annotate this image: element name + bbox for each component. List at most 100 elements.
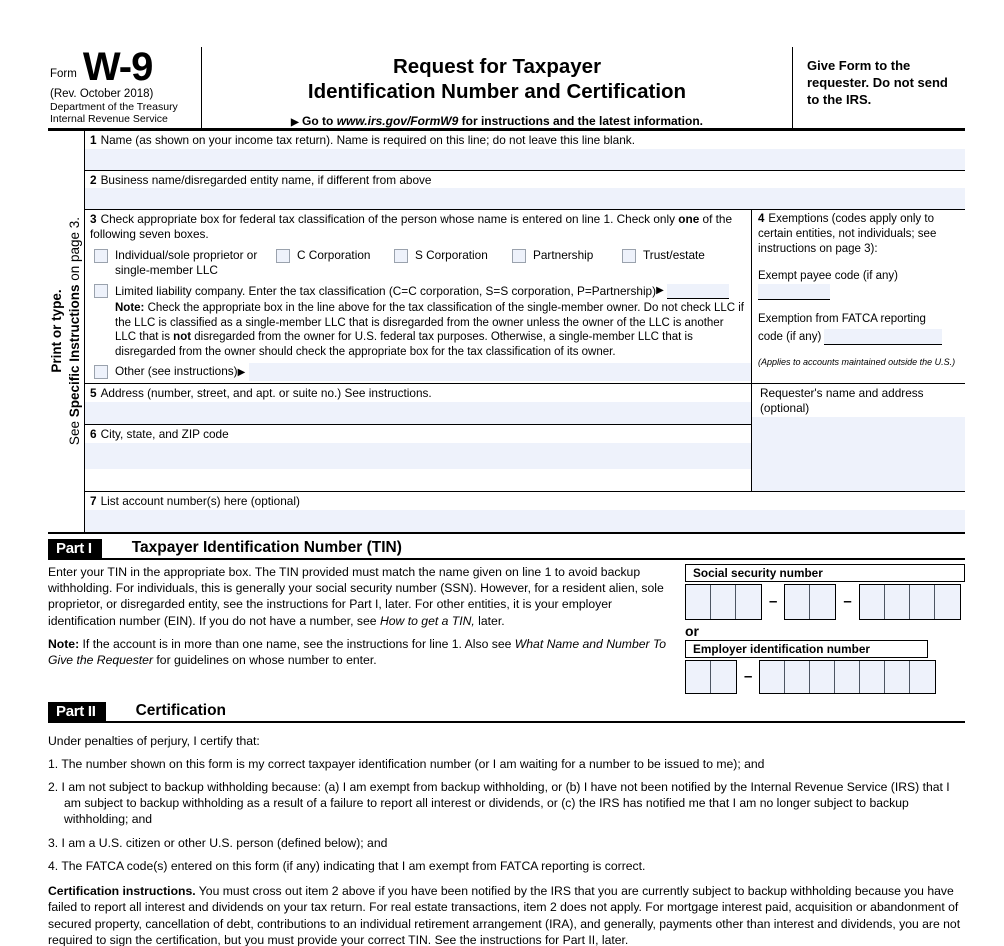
line-6-number: 6	[90, 427, 97, 442]
note-bold-not: not	[173, 331, 192, 344]
ein-cell[interactable]	[686, 660, 711, 693]
checkbox-icon[interactable]	[394, 248, 408, 263]
other-classification-input[interactable]	[249, 363, 751, 382]
form-label: Form	[50, 67, 77, 80]
w9-form-page: Form W-9 (Rev. October 2018) Department …	[0, 0, 1004, 946]
ssn-group-1[interactable]	[685, 583, 762, 620]
part-1-note-a: If the account is in more than one name,…	[79, 636, 515, 651]
ssn-cell[interactable]	[934, 584, 960, 619]
sidebar-page3: on page 3.	[67, 217, 82, 285]
right-triangle-icon: ▶	[237, 367, 246, 379]
ein-cell[interactable]	[810, 660, 836, 693]
part-1-body: Enter your TIN in the appropriate box. T…	[48, 560, 965, 694]
checkbox-label-s-corp: S Corporation	[415, 247, 488, 262]
ein-cell[interactable]	[885, 660, 911, 693]
checkbox-icon[interactable]	[94, 365, 108, 380]
checkbox-label-individual: Individual/sole proprietor or single-mem…	[115, 247, 258, 278]
fatca-code-input[interactable]	[824, 329, 943, 346]
line-5-label: 5 Address (number, street, and apt. or su…	[85, 384, 751, 402]
checkbox-icon[interactable]	[512, 248, 526, 263]
checkbox-limited-liability-company[interactable]: Limited liability company. Enter the tax…	[85, 281, 751, 299]
ein-label: Employer identification number	[685, 639, 928, 658]
ein-cell[interactable]	[785, 660, 811, 693]
line-7-input[interactable]	[85, 509, 965, 532]
dept-treasury: Department of the Treasury	[50, 100, 178, 113]
fatca-code-row: Exemption from FATCA reporting code (if …	[758, 312, 960, 346]
line-4-title-text: Exemptions (codes apply only to certain …	[758, 213, 937, 256]
part-2-item-3: 3. I am a U.S. citizen or other U.S. per…	[48, 835, 388, 850]
checkbox-individual-sole-proprietor[interactable]: Individual/sole proprietor or single-mem…	[94, 248, 276, 279]
requester-input[interactable]	[752, 416, 965, 491]
fatca-label-line2: code (if any)	[758, 331, 822, 344]
goto-suffix: for instructions and the latest informat…	[461, 114, 703, 129]
certification-instructions-bold: Certification instructions.	[48, 884, 196, 899]
ssn-cell[interactable]	[736, 584, 761, 619]
line-3-label-part1: Check appropriate box for federal tax cl…	[100, 212, 679, 227]
line-1-label: 1 Name (as shown on your income tax retur…	[85, 131, 965, 149]
checkbox-other[interactable]: Other (see instructions)▶	[85, 363, 751, 382]
line-1-label-text: Name (as shown on your income tax return…	[100, 133, 635, 147]
ein-group-2[interactable]	[759, 659, 937, 694]
right-triangle-icon: ▶	[291, 117, 299, 129]
fields-column: 1 Name (as shown on your income tax retur…	[85, 131, 965, 532]
part-1-how-to-get-tin: How to get a TIN,	[379, 613, 475, 628]
goto-prefix: Go to	[302, 114, 334, 129]
line-6-label-text: City, state, and ZIP code	[100, 427, 229, 442]
right-triangle-icon: ▶	[656, 285, 664, 297]
checkbox-icon[interactable]	[94, 248, 108, 263]
line-4-exemptions: 4 Exemptions (codes apply only to certain…	[752, 210, 965, 383]
ein-cell[interactable]	[910, 660, 936, 693]
checkbox-label-trust-estate: Trust/estate	[643, 247, 705, 262]
line-7-number: 7	[90, 493, 97, 508]
sidebar-see: See	[67, 417, 82, 446]
goto-url[interactable]: www.irs.gov/FormW9	[337, 114, 459, 128]
checkbox-icon[interactable]	[94, 283, 108, 298]
line-7-label-text: List account number(s) here (optional)	[100, 493, 300, 508]
ssn-cell[interactable]	[686, 584, 711, 619]
part-2-item-2: 2. I am not subject to backup withholdin…	[48, 779, 950, 827]
checkbox-label-partnership: Partnership	[533, 247, 594, 262]
part-1-tag: Part I	[48, 538, 102, 558]
line-1-number: 1	[90, 133, 97, 147]
part-2-item-1: 1. The number shown on this form is my c…	[48, 756, 765, 771]
ssn-cell[interactable]	[909, 584, 935, 619]
ein-cell[interactable]	[711, 660, 736, 693]
ssn-cell[interactable]	[859, 584, 885, 619]
sidebar-print-or-type: Print or type. See Specific Instructions…	[48, 131, 85, 532]
checkbox-partnership[interactable]: Partnership	[512, 248, 622, 263]
ssn-group-3[interactable]	[858, 583, 961, 620]
ein-group-1[interactable]	[685, 659, 737, 694]
line-2-input[interactable]	[85, 188, 965, 210]
part-1-body-a-end: later.	[474, 613, 505, 628]
form-body: Print or type. See Specific Instructions…	[48, 131, 965, 534]
exempt-payee-code-label: Exempt payee code (if any)	[758, 270, 898, 283]
part-2-title: Certification	[135, 702, 227, 720]
ein-cell[interactable]	[860, 660, 886, 693]
part-2-item-4: 4. The FATCA code(s) entered on this for…	[48, 858, 646, 873]
line-5-input[interactable]	[85, 402, 751, 425]
checkbox-icon[interactable]	[622, 248, 636, 263]
llc-classification-input[interactable]	[666, 283, 729, 299]
ein-boxes[interactable]: –	[685, 659, 965, 694]
ssn-cell[interactable]	[711, 584, 736, 619]
checkbox-trust-estate[interactable]: Trust/estate	[622, 248, 705, 263]
ein-cell[interactable]	[760, 660, 786, 693]
ein-cell[interactable]	[835, 660, 861, 693]
line-1-input[interactable]	[85, 148, 965, 170]
ssn-cell[interactable]	[810, 584, 836, 619]
ssn-cell[interactable]	[884, 584, 910, 619]
checkbox-icon[interactable]	[276, 248, 290, 263]
line-6-input[interactable]	[85, 442, 751, 469]
ssn-cell[interactable]	[785, 584, 811, 619]
checkbox-c-corporation[interactable]: C Corporation	[276, 248, 394, 263]
line-2-business-name: 2 Business name/disregarded entity name, …	[85, 170, 965, 211]
ssn-group-2[interactable]	[784, 583, 837, 620]
ssn-boxes[interactable]: – –	[685, 583, 965, 620]
line-3-note: Note: Check the appropriate box in the l…	[85, 298, 751, 363]
exempt-payee-code-input[interactable]	[758, 284, 830, 301]
part-2-intro: Under penalties of perjury, I certify th…	[48, 733, 260, 748]
llc-label: Limited liability company. Enter the tax…	[115, 283, 657, 298]
line-3-number: 3	[90, 212, 97, 227]
checkbox-s-corporation[interactable]: S Corporation	[394, 248, 512, 263]
exempt-payee-code-row: Exempt payee code (if any)	[758, 269, 960, 301]
